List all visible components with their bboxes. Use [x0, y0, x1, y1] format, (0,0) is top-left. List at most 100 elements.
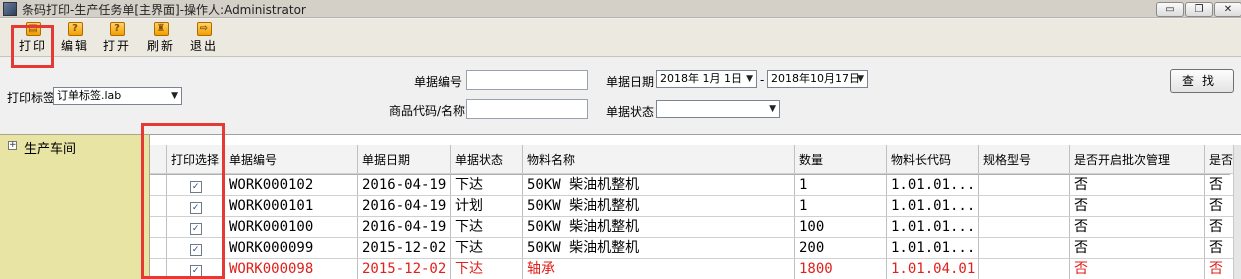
open-button[interactable]: ? 打开	[97, 21, 137, 55]
material-code-cell: 1.01.01...	[887, 175, 979, 196]
print-label-select[interactable]: 订单标签.lab ▼	[53, 87, 182, 105]
refresh-button-label: 刷新	[146, 39, 175, 53]
batch-mgmt-cell: 否	[1070, 175, 1205, 196]
print-checkbox[interactable]: ✓	[189, 265, 202, 277]
edit-button-label: 编辑	[60, 39, 89, 53]
spec-cell	[979, 196, 1070, 217]
spec-cell	[979, 238, 1070, 259]
col-spec[interactable]: 规格型号	[979, 145, 1070, 174]
material-code-cell: 1.01.01...	[887, 217, 979, 238]
close-button[interactable]: ✕	[1214, 2, 1241, 17]
doc-status-cell: 下达	[451, 238, 523, 259]
col-quantity[interactable]: 数量	[795, 145, 887, 174]
quantity-cell: 100	[795, 217, 887, 238]
batch-mgmt-cell: 否	[1070, 259, 1205, 279]
doc-date-cell: 2016-04-19	[358, 217, 451, 238]
col-print-select[interactable]: 打印选择	[167, 145, 225, 174]
print-select-cell: ✓	[167, 238, 225, 259]
date-separator: -	[760, 73, 765, 87]
table-row[interactable]: ✓ WORK000102 2016-04-19 下达 50KW 柴油机整机 1 …	[150, 175, 1235, 196]
batch-mgmt-cell: 否	[1070, 238, 1205, 259]
date-from-value: 2018年 1月 1日	[660, 72, 742, 85]
doc-no-caption: 单据编号	[414, 75, 463, 89]
table-row[interactable]: ✓ WORK000100 2016-04-19 下达 50KW 柴油机整机 10…	[150, 217, 1235, 238]
restore-button[interactable]: ❐	[1185, 2, 1213, 17]
doc-status-select[interactable]: ▼	[656, 100, 780, 118]
spec-cell	[979, 175, 1070, 196]
col-doc-date[interactable]: 单据日期	[358, 145, 451, 174]
col-doc-no[interactable]: 单据编号	[225, 145, 358, 174]
doc-status-caption: 单据状态	[606, 105, 655, 119]
print-select-cell: ✓	[167, 217, 225, 238]
tree-item-workshop[interactable]: 生产车间	[24, 138, 76, 157]
edit-button[interactable]: ? 编辑	[55, 21, 95, 55]
doc-no-cell: WORK000098	[225, 259, 358, 279]
doc-date-cell: 2015-12-02	[358, 259, 451, 279]
doc-no-cell: WORK000101	[225, 196, 358, 217]
col-batch-mgmt[interactable]: 是否开启批次管理	[1070, 145, 1205, 174]
vertical-scrollbar[interactable]	[1233, 145, 1241, 279]
col-doc-status[interactable]: 单据状态	[451, 145, 523, 174]
print-icon: ▤	[25, 22, 41, 36]
task-grid: 打印选择 单据编号 单据日期 单据状态 物料名称 数量 物料长代码 规格型号 是…	[150, 134, 1241, 279]
table-row[interactable]: ✓ WORK000098 2015-12-02 下达 轴承 1800 1.01.…	[150, 259, 1235, 279]
quantity-cell: 1800	[795, 259, 887, 279]
refresh-button[interactable]: ♜ 刷新	[141, 21, 181, 55]
doc-status-cell: 下达	[451, 259, 523, 279]
product-input[interactable]	[466, 99, 588, 119]
batch-mgmt-cell: 否	[1070, 196, 1205, 217]
print-checkbox[interactable]: ✓	[189, 223, 202, 235]
doc-no-cell: WORK000102	[225, 175, 358, 196]
batch-mgmt-cell: 否	[1070, 217, 1205, 238]
quantity-cell: 1	[795, 175, 887, 196]
row-indicator	[150, 175, 167, 196]
material-name-cell: 50KW 柴油机整机	[523, 175, 795, 196]
print-checkbox[interactable]: ✓	[189, 244, 202, 256]
print-label-value: 订单标签.lab	[57, 89, 122, 102]
exit-button[interactable]: ⇨ 退出	[184, 21, 224, 55]
material-code-cell: 1.01.01...	[887, 238, 979, 259]
minimize-button[interactable]: ▭	[1156, 2, 1184, 17]
print-checkbox[interactable]: ✓	[189, 202, 202, 214]
print-button[interactable]: ▤ 打印	[13, 21, 53, 55]
col-material-name[interactable]: 物料名称	[523, 145, 795, 174]
grid-header: 打印选择 单据编号 单据日期 单据状态 物料名称 数量 物料长代码 规格型号 是…	[150, 145, 1235, 175]
col-extra[interactable]: 是否	[1205, 145, 1235, 174]
doc-status-cell: 计划	[451, 196, 523, 217]
extra-cell: 否	[1205, 238, 1235, 259]
extra-cell: 否	[1205, 175, 1235, 196]
exit-icon: ⇨	[196, 22, 212, 36]
print-button-label: 打印	[18, 39, 47, 53]
doc-date-cell: 2016-04-19	[358, 196, 451, 217]
workshop-tree: + 生产车间	[0, 134, 150, 279]
extra-cell: 否	[1205, 259, 1235, 279]
print-select-cell: ✓	[167, 259, 225, 279]
chevron-down-icon: ▼	[857, 74, 864, 84]
chevron-down-icon: ▼	[171, 91, 178, 101]
table-row[interactable]: ✓ WORK000099 2015-12-02 下达 50KW 柴油机整机 20…	[150, 238, 1235, 259]
expand-icon[interactable]: +	[8, 141, 17, 150]
quantity-cell: 1	[795, 196, 887, 217]
print-checkbox[interactable]: ✓	[189, 181, 202, 193]
spec-cell	[979, 259, 1070, 279]
doc-no-input[interactable]	[466, 70, 588, 90]
search-button[interactable]: 查找	[1170, 69, 1234, 93]
chevron-down-icon: ▼	[746, 74, 753, 84]
date-to-value: 2018年10月17日	[771, 72, 860, 85]
row-indicator-header	[150, 145, 167, 174]
material-name-cell: 50KW 柴油机整机	[523, 196, 795, 217]
row-indicator	[150, 196, 167, 217]
spec-cell	[979, 217, 1070, 238]
date-from-picker[interactable]: 2018年 1月 1日 ▼	[656, 70, 757, 88]
window-title: 条码打印-生产任务单[主界面]-操作人:Administrator	[22, 3, 306, 17]
title-bar: 条码打印-生产任务单[主界面]-操作人:Administrator ▭ ❐ ✕	[0, 0, 1241, 18]
date-to-picker[interactable]: 2018年10月17日 ▼	[767, 70, 868, 88]
material-code-cell: 1.01.01...	[887, 196, 979, 217]
extra-cell: 否	[1205, 196, 1235, 217]
col-material-code[interactable]: 物料长代码	[887, 145, 979, 174]
doc-date-caption: 单据日期	[606, 75, 655, 89]
chevron-down-icon: ▼	[769, 104, 776, 114]
doc-date-cell: 2016-04-19	[358, 175, 451, 196]
table-row[interactable]: ✓ WORK000101 2016-04-19 计划 50KW 柴油机整机 1 …	[150, 196, 1235, 217]
row-indicator	[150, 238, 167, 259]
